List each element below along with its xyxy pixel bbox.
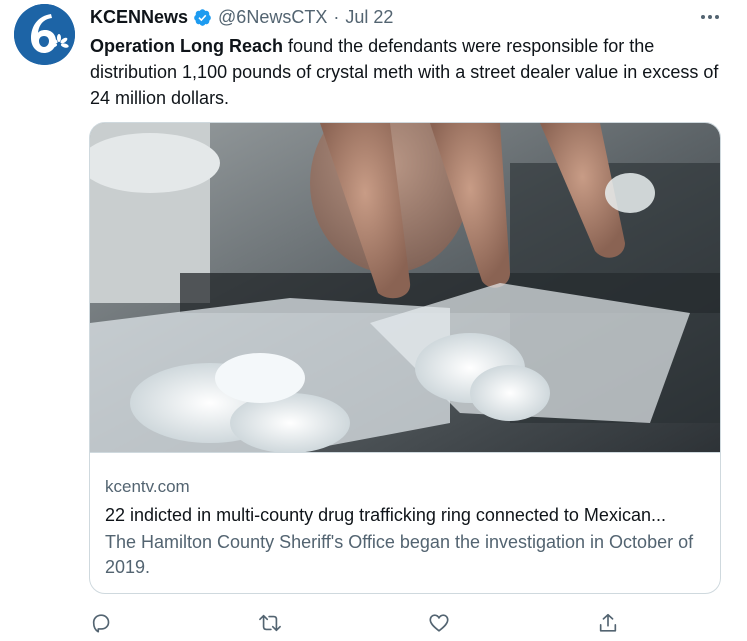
verified-badge-icon [193, 8, 212, 27]
link-card[interactable]: kcentv.com 22 indicted in multi-county d… [89, 122, 721, 594]
display-name[interactable]: KCENNews [90, 6, 188, 28]
tweet-header: KCENNews @6NewsCTX · Jul 22 [90, 6, 393, 28]
kcen-logo-icon [14, 4, 75, 65]
tweet: KCENNews @6NewsCTX · Jul 22 Operation Lo… [0, 0, 747, 641]
card-domain: kcentv.com [105, 477, 190, 496]
action-bar [0, 610, 747, 636]
handle[interactable]: @6NewsCTX [218, 6, 327, 28]
meth-bags-photo [90, 123, 720, 452]
more-options-icon[interactable] [696, 6, 724, 28]
card-image[interactable] [90, 123, 720, 453]
like-icon[interactable] [426, 610, 452, 636]
card-body: kcentv.com 22 indicted in multi-county d… [90, 453, 720, 580]
separator: · [333, 7, 340, 27]
reply-icon[interactable] [88, 610, 114, 636]
tweet-text: Operation Long Reach found the defendant… [90, 33, 720, 111]
card-title[interactable]: 22 indicted in multi-county drug traffic… [105, 503, 704, 527]
share-icon[interactable] [595, 610, 621, 636]
tweet-date[interactable]: Jul 22 [345, 6, 393, 28]
retweet-icon[interactable] [257, 610, 283, 636]
card-description: The Hamilton County Sheriff's Office beg… [105, 532, 694, 577]
avatar[interactable] [14, 4, 75, 65]
tweet-text-bold[interactable]: Operation Long Reach [90, 36, 283, 56]
